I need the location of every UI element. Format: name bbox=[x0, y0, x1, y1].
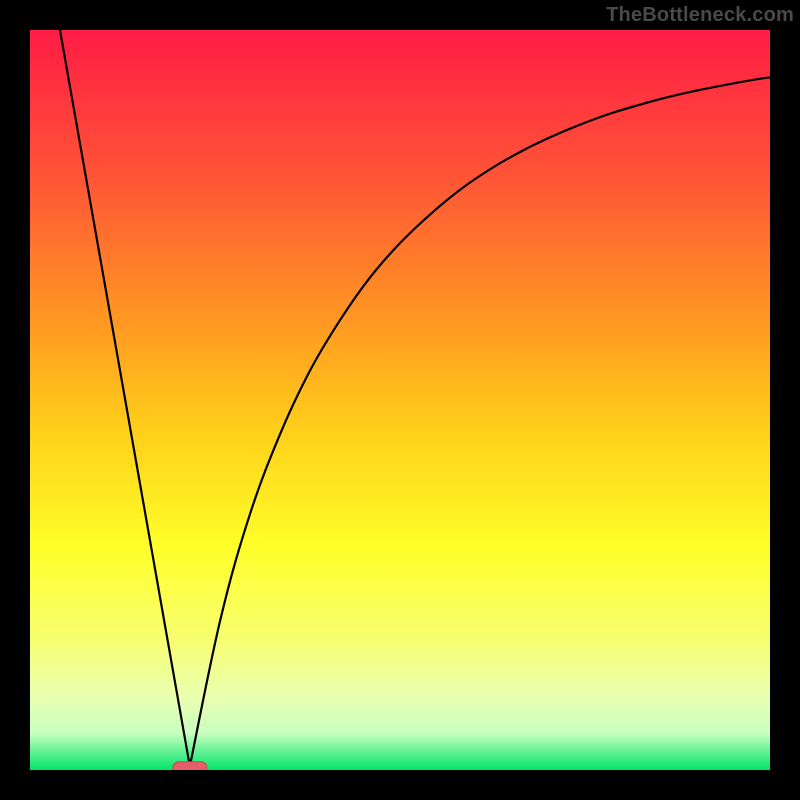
min-marker bbox=[173, 762, 207, 770]
chart-svg bbox=[30, 30, 770, 770]
watermark-text: TheBottleneck.com bbox=[606, 4, 794, 27]
gradient-background bbox=[30, 30, 770, 770]
chart-frame: TheBottleneck.com bbox=[0, 0, 800, 800]
plot-area bbox=[30, 30, 770, 770]
